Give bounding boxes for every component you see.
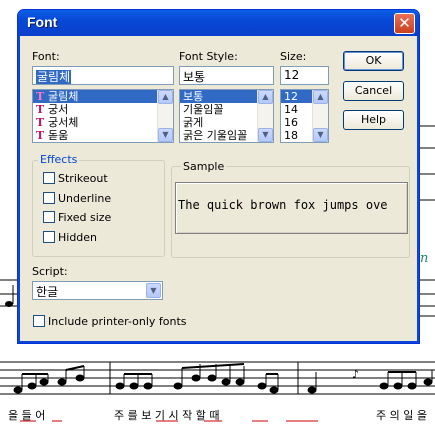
font-name-value: 굴림체 [36, 70, 72, 84]
script-value: 한글 [36, 285, 59, 299]
underline-checkbox[interactable] [43, 192, 55, 204]
svg-text:n: n [420, 251, 428, 266]
close-icon: ✕ [398, 14, 411, 32]
dialog-title: Font [27, 14, 58, 30]
title-bar[interactable]: Font ✕ [18, 10, 419, 36]
lyric-line-left: 을 들 어 [8, 409, 46, 422]
font-style-value: 보통 [183, 70, 206, 84]
font-style-label: Font Style: [179, 50, 238, 63]
printer-fonts-label[interactable]: Include printer-only fonts [48, 315, 187, 328]
font-list-item[interactable]: T 돋움 [33, 129, 173, 142]
font-list-item[interactable]: T 굴림체 [33, 90, 173, 103]
script-label: Script: [32, 265, 68, 278]
font-style-list[interactable]: 보통 기울임꼴 굵게 굵은 기울임꼴 ▲ ▼ [179, 89, 274, 143]
lyric-line-middle: 주 를 보 기 시 작 할 때 [114, 409, 220, 422]
script-dropdown[interactable]: 한글 ▼ [32, 281, 163, 300]
cancel-button[interactable]: Cancel [343, 81, 404, 101]
font-list[interactable]: T 굴림체 T 궁서 T 궁서체 T 돋움 ▲ ▼ [32, 89, 174, 143]
scroll-up-icon[interactable]: ▲ [258, 90, 273, 104]
font-size-value: 12 [284, 68, 300, 82]
font-size-list[interactable]: 12 14 16 18 ▲ ▼ [280, 89, 329, 143]
scroll-down-icon[interactable]: ▼ [158, 128, 173, 142]
sample-text: The quick brown fox jumps ove [178, 198, 388, 212]
strikeout-label[interactable]: Strikeout [58, 172, 108, 185]
font-list-item[interactable]: T 궁서 [33, 103, 173, 116]
ok-button[interactable]: OK [343, 51, 404, 71]
fixed-size-checkbox[interactable] [43, 211, 55, 223]
close-button[interactable]: ✕ [394, 13, 415, 34]
chevron-down-icon[interactable]: ▼ [146, 283, 161, 298]
truetype-icon: T [36, 129, 45, 142]
truetype-icon: T [36, 90, 45, 103]
font-style-input[interactable]: 보통 [179, 66, 274, 85]
help-button[interactable]: Help [343, 110, 404, 130]
font-name-input[interactable]: 굴림체 [32, 66, 174, 85]
truetype-icon: T [36, 116, 45, 129]
font-list-item[interactable]: T 궁서체 [33, 116, 173, 129]
font-size-input[interactable]: 12 [280, 66, 329, 85]
scroll-up-icon[interactable]: ▲ [313, 90, 328, 104]
svg-text:♪: ♪ [352, 368, 359, 381]
sample-title: Sample [181, 160, 227, 173]
lyric-line-right: 주 의 일 을 [376, 409, 427, 422]
sample-preview: The quick brown fox jumps ove [175, 182, 408, 234]
font-list-scrollbar[interactable]: ▲ ▼ [157, 90, 173, 142]
font-label: Font: [32, 50, 60, 63]
underline-label[interactable]: Underline [58, 192, 111, 205]
fixed-size-label[interactable]: Fixed size [58, 211, 111, 224]
truetype-icon: T [36, 103, 45, 116]
strikeout-checkbox[interactable] [43, 172, 55, 184]
size-list-scrollbar[interactable]: ▲ ▼ [312, 90, 328, 142]
printer-fonts-checkbox[interactable] [33, 315, 45, 327]
font-dialog: Font ✕ Font: 굴림체 T 굴림체 T 궁서 T 궁서체 T 돋움 ▲ ▼ F… [17, 9, 420, 344]
effects-title: Effects [38, 153, 80, 166]
size-label: Size: [280, 50, 307, 63]
hidden-label[interactable]: Hidden [58, 231, 97, 244]
scroll-down-icon[interactable]: ▼ [258, 128, 273, 142]
scroll-up-icon[interactable]: ▲ [158, 90, 173, 104]
hidden-checkbox[interactable] [43, 231, 55, 243]
scroll-down-icon[interactable]: ▼ [313, 128, 328, 142]
style-list-scrollbar[interactable]: ▲ ▼ [257, 90, 273, 142]
